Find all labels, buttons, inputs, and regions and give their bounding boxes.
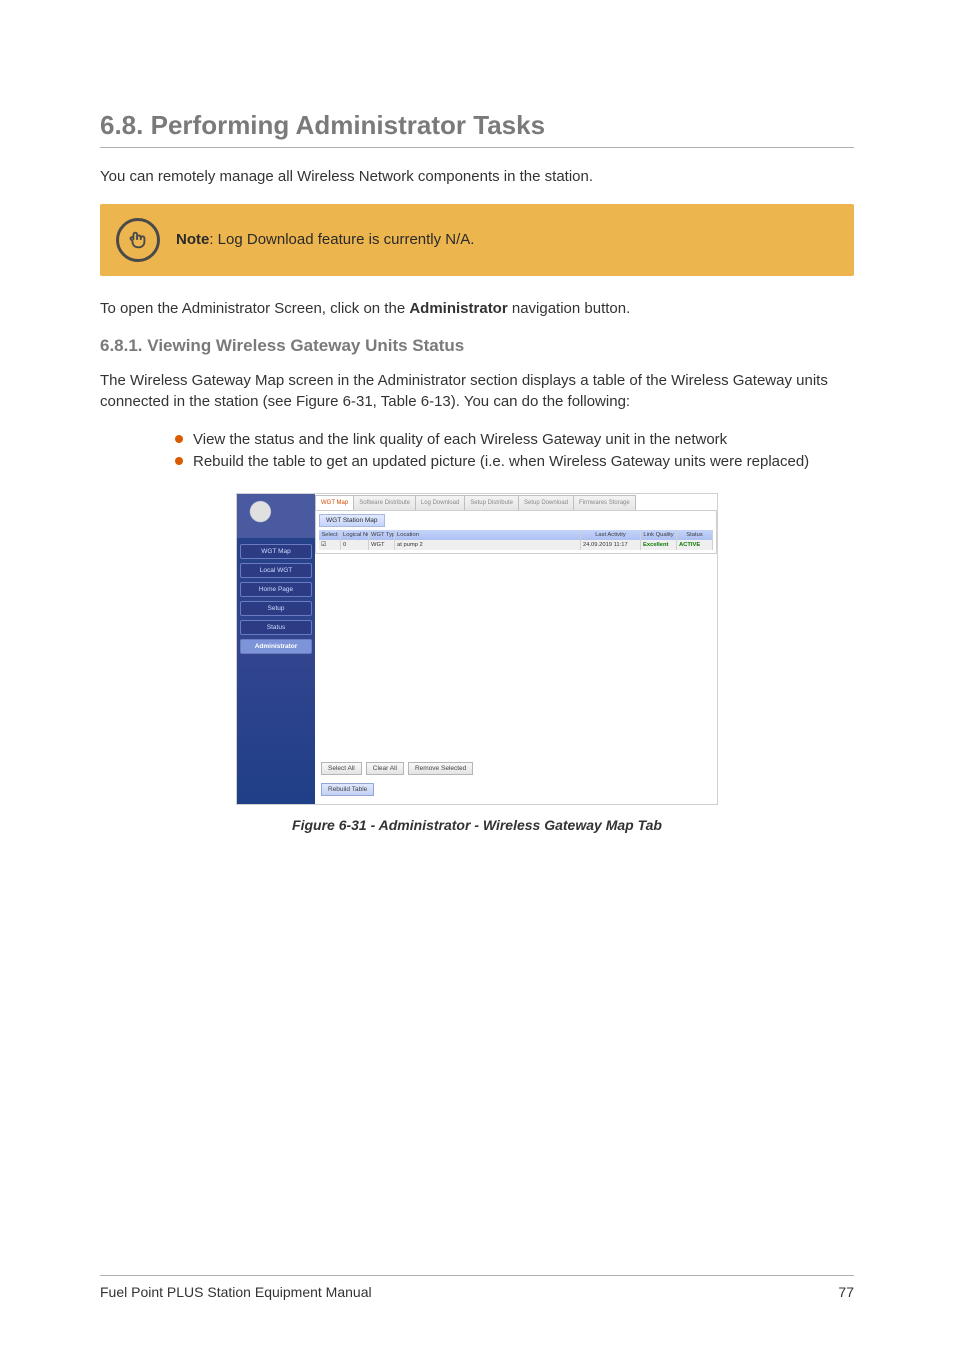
- cell-link-quality: Excellent: [641, 540, 677, 550]
- app-sidebar: WGT Map Local WGT Home Page Setup Status…: [237, 494, 315, 804]
- figure-caption: Figure 6-31 - Administrator - Wireless G…: [100, 817, 854, 833]
- remove-selected-button[interactable]: Remove Selected: [408, 762, 473, 775]
- sidebar-item-local-wgt[interactable]: Local WGT: [240, 563, 312, 578]
- list-item-text: Rebuild the table to get an updated pict…: [193, 453, 809, 470]
- section-heading: 6.8. Performing Administrator Tasks: [100, 110, 854, 141]
- rebuild-table-button[interactable]: Rebuild Table: [321, 783, 374, 796]
- app-tabs: WGT Map Software Distribute Log Download…: [315, 494, 717, 510]
- heading-rule: [100, 147, 854, 148]
- bullet-list: View the status and the link quality of …: [100, 429, 854, 473]
- col-header-location: Location: [395, 530, 581, 540]
- page-footer: Fuel Point PLUS Station Equipment Manual…: [100, 1275, 854, 1300]
- tab-wgt-map[interactable]: WGT Map: [315, 495, 354, 510]
- cell-logical-num: 0: [341, 540, 369, 550]
- after-note-bold: Administrator: [409, 300, 507, 317]
- col-header-link-quality: Link Quality: [641, 530, 677, 540]
- after-note-paragraph: To open the Administrator Screen, click …: [100, 298, 854, 320]
- footer-page-number: 77: [838, 1284, 854, 1300]
- subsection-title: Viewing Wireless Gateway Units Status: [147, 336, 464, 355]
- after-note-prefix: To open the Administrator Screen, click …: [100, 300, 409, 317]
- note-body: : Log Download feature is currently N/A.: [209, 231, 474, 248]
- panel-spacer: [315, 554, 717, 756]
- col-header-select: Select: [319, 530, 341, 540]
- app-footer-buttons: Select All Clear All Remove Selected Reb…: [315, 756, 717, 804]
- app-content: WGT Map Software Distribute Log Download…: [315, 494, 717, 804]
- note-box: Note: Log Download feature is currently …: [100, 204, 854, 276]
- panel-title: WGT Station Map: [319, 514, 385, 527]
- subsection-heading: 6.8.1. Viewing Wireless Gateway Units St…: [100, 336, 854, 356]
- embedded-app-screenshot: WGT Map Local WGT Home Page Setup Status…: [236, 493, 718, 805]
- sidebar-item-status[interactable]: Status: [240, 620, 312, 635]
- cell-select[interactable]: ☑: [319, 540, 341, 550]
- tab-firmwares-storage[interactable]: Firmwares Storage: [573, 495, 636, 510]
- footer-rule: [100, 1275, 854, 1276]
- list-item: View the status and the link quality of …: [175, 429, 854, 451]
- tab-setup-distribute[interactable]: Setup Distribute: [464, 495, 519, 510]
- sidebar-item-administrator[interactable]: Administrator: [240, 639, 312, 654]
- cell-status: ACTIVE: [677, 540, 713, 550]
- col-header-last-activity: Last Activity: [581, 530, 641, 540]
- intro-paragraph: You can remotely manage all Wireless Net…: [100, 166, 854, 188]
- panel-frame: WGT Station Map Select Logical Num WGT T…: [315, 510, 717, 554]
- clear-all-button[interactable]: Clear All: [366, 762, 404, 775]
- sidebar-item-setup[interactable]: Setup: [240, 601, 312, 616]
- col-header-wgt-type: WGT Type: [369, 530, 395, 540]
- tab-log-download[interactable]: Log Download: [415, 495, 465, 510]
- after-note-suffix: navigation button.: [508, 300, 631, 317]
- tab-software-distribute[interactable]: Software Distribute: [353, 495, 416, 510]
- table-row: ☑ 0 WGT at pump 2 24.09.2019 11:17 Excel…: [319, 540, 713, 550]
- cell-last-activity: 24.09.2019 11:17: [581, 540, 641, 550]
- subsection-paragraph: The Wireless Gateway Map screen in the A…: [100, 370, 854, 414]
- list-item: Rebuild the table to get an updated pict…: [175, 451, 854, 473]
- sidebar-item-wgt-map[interactable]: WGT Map: [240, 544, 312, 559]
- footer-doc-title: Fuel Point PLUS Station Equipment Manual: [100, 1284, 372, 1300]
- col-header-logical-num: Logical Num: [341, 530, 369, 540]
- section-number: 6.8.: [100, 110, 143, 140]
- note-text: Note: Log Download feature is currently …: [176, 231, 474, 248]
- app-logo: [237, 494, 315, 538]
- table-header-row: Select Logical Num WGT Type Location Las…: [319, 530, 713, 540]
- sidebar-item-home-page[interactable]: Home Page: [240, 582, 312, 597]
- select-all-button[interactable]: Select All: [321, 762, 362, 775]
- pointing-hand-icon: [116, 218, 160, 262]
- col-header-status: Status: [677, 530, 713, 540]
- list-item-text: View the status and the link quality of …: [193, 431, 727, 448]
- subsection-number: 6.8.1.: [100, 336, 143, 355]
- cell-wgt-type: WGT: [369, 540, 395, 550]
- cell-location: at pump 2: [395, 540, 581, 550]
- note-label: Note: [176, 231, 209, 248]
- section-title: Performing Administrator Tasks: [151, 110, 545, 140]
- tab-setup-download[interactable]: Setup Download: [518, 495, 574, 510]
- app-nav: WGT Map Local WGT Home Page Setup Status…: [237, 538, 315, 654]
